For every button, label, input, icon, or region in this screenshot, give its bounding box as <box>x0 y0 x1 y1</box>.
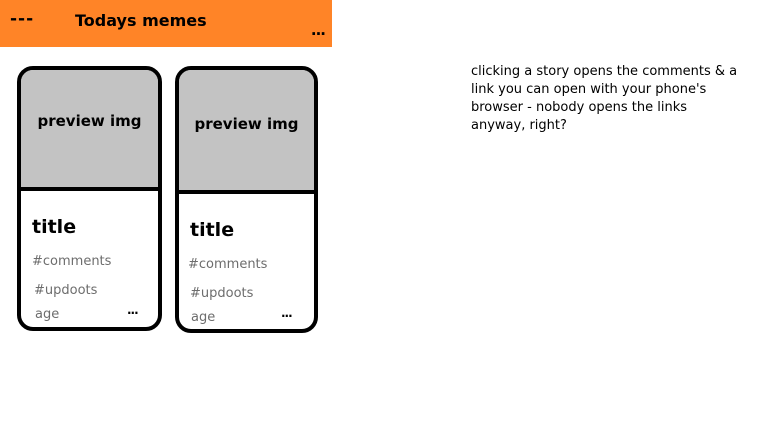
preview-image: preview img <box>21 70 158 191</box>
story-age: age <box>35 307 60 322</box>
story-card[interactable]: preview img title #comments #updoots age… <box>175 66 318 333</box>
card-more-icon[interactable]: ... <box>281 307 293 319</box>
annotation-note: clicking a story opens the comments & a … <box>471 64 738 133</box>
more-options-icon[interactable]: ... <box>311 21 326 39</box>
story-title: title <box>32 216 77 238</box>
page-title: Todays memes <box>75 11 207 30</box>
preview-label: preview img <box>194 115 299 133</box>
comment-count: #comments <box>188 257 268 272</box>
preview-label: preview img <box>37 112 142 130</box>
updoot-count: #updoots <box>190 286 254 301</box>
hamburger-menu-icon[interactable]: --- <box>10 9 34 29</box>
comment-count: #comments <box>32 254 112 269</box>
story-age: age <box>191 310 216 325</box>
preview-image: preview img <box>179 70 314 194</box>
story-title: title <box>190 219 235 241</box>
app-header: --- Todays memes ... <box>0 0 332 47</box>
card-more-icon[interactable]: ... <box>127 304 139 316</box>
story-card[interactable]: preview img title #comments #updoots age… <box>17 66 162 331</box>
updoot-count: #updoots <box>34 283 98 298</box>
